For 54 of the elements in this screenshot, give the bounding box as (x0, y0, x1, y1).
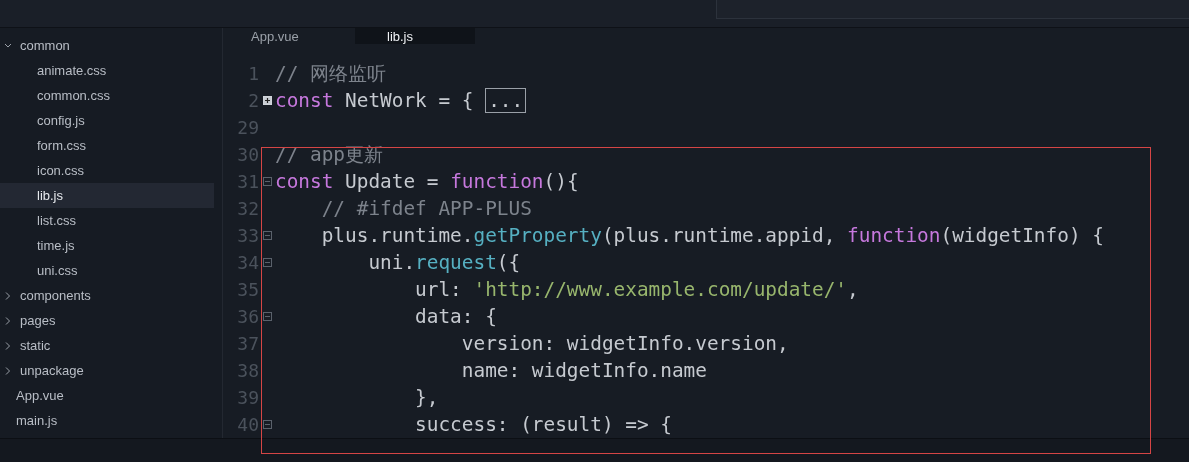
folder-item[interactable]: unpackage (0, 358, 214, 383)
line-number: 37 (236, 333, 259, 354)
code-line: plus.runtime.getProperty(plus.runtime.appid, function(widgetInfo) { (320, 224, 1104, 247)
file-item[interactable]: form.css (0, 133, 214, 158)
line-number: 29 (236, 117, 259, 138)
file-item[interactable]: main.js (0, 408, 214, 433)
line-number: 34 (236, 252, 259, 273)
collapse-icon[interactable] (262, 420, 272, 429)
line-number: 38 (236, 360, 259, 381)
folder-item[interactable]: components (0, 283, 214, 308)
file-item[interactable]: time.js (0, 233, 214, 258)
file-tab[interactable]: App.vue (239, 28, 355, 44)
chevron-right-icon (4, 340, 12, 351)
code-line: version: widgetInfo.version, (460, 332, 789, 355)
line-number: 2 (247, 90, 259, 111)
collapse-icon[interactable] (262, 312, 272, 321)
line-number: 30 (236, 144, 259, 165)
folder-item[interactable]: common (0, 33, 214, 58)
line-number: 36 (236, 306, 259, 327)
collapse-icon[interactable] (262, 258, 272, 267)
code-line: // #ifdef APP-PLUS (320, 197, 532, 220)
chevron-right-icon (4, 290, 12, 301)
line-number: 35 (236, 279, 259, 300)
file-item[interactable]: App.vue (0, 383, 214, 408)
code-line: }, (414, 386, 439, 409)
folder-item[interactable]: static (0, 333, 214, 358)
file-item[interactable]: common.css (0, 83, 214, 108)
file-item[interactable]: icon.css (0, 158, 214, 183)
code-line: // 网络监听 (275, 61, 387, 87)
code-line: data: { (414, 305, 497, 328)
line-number: 32 (236, 198, 259, 219)
collapse-icon[interactable] (262, 231, 272, 240)
line-number: 31 (236, 171, 259, 192)
code-line: name: widgetInfo.name (460, 359, 707, 382)
collapse-icon[interactable] (262, 177, 272, 186)
file-item[interactable]: list.css (0, 208, 214, 233)
code-line: url: 'http://www.example.com/update/', (414, 278, 859, 301)
expand-icon[interactable] (262, 96, 272, 105)
line-number: 39 (236, 387, 259, 408)
file-item[interactable]: uni.css (0, 258, 214, 283)
line-number: 1 (247, 63, 259, 84)
code-line: uni.request({ (367, 251, 521, 274)
file-item[interactable]: config.js (0, 108, 214, 133)
chevron-right-icon (4, 315, 12, 326)
code-line: const NetWork = { ... (275, 89, 527, 112)
chevron-right-icon (4, 365, 12, 376)
line-number: 40 (236, 414, 259, 435)
file-item[interactable]: animate.css (0, 58, 214, 83)
code-line: const Update = function(){ (275, 170, 579, 193)
code-line: success: (result) => { (414, 413, 672, 436)
file-item[interactable]: lib.js (0, 183, 214, 208)
file-tab[interactable]: lib.js (355, 28, 475, 44)
folder-item[interactable]: pages (0, 308, 214, 333)
line-number: 33 (236, 225, 259, 246)
